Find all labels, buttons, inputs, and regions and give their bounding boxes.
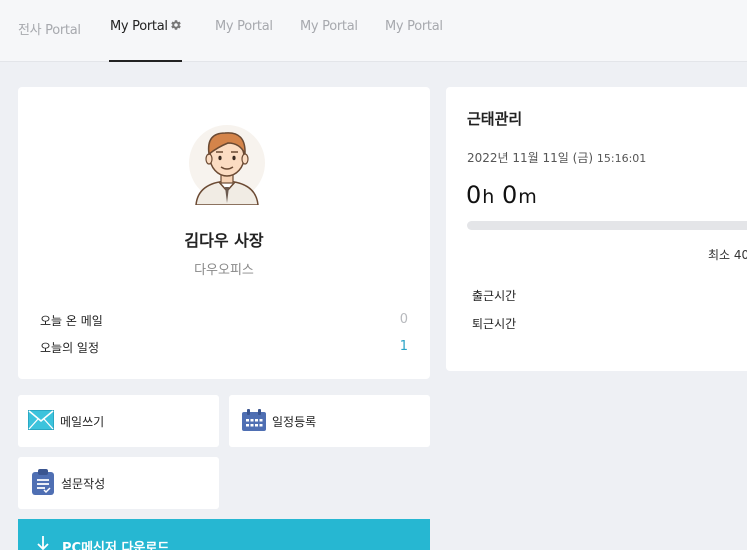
duration-hours: 0	[466, 181, 482, 209]
attendance-title: 근태관리	[467, 110, 523, 128]
today-mail-row[interactable]: 오늘 온 메일 0	[40, 312, 408, 329]
current-date: 2022년 11월 11일 (금)	[467, 151, 594, 165]
company-name: 다우오피스	[194, 263, 254, 278]
add-schedule-label: 일정등록	[272, 415, 317, 429]
tab-my-portal-2[interactable]: My Portal	[215, 19, 273, 34]
tab-my-portal-active[interactable]: My Portal	[110, 19, 182, 35]
write-mail-label: 메일쓰기	[60, 415, 105, 429]
mail-icon	[28, 410, 54, 434]
profile-card: 김다우 사장 다우오피스 오늘 온 메일 0 오늘의 일정 1	[18, 87, 430, 379]
gear-icon[interactable]	[170, 19, 182, 35]
add-schedule-button[interactable]: 일정등록	[229, 395, 430, 447]
today-schedule-label: 오늘의 일정	[40, 341, 100, 355]
duration-minutes: 0	[501, 181, 518, 209]
attendance-date: 2022년 11월 11일 (금) 15:16:01	[467, 149, 646, 166]
clock-out-label: 퇴근시간	[472, 317, 517, 331]
calendar-icon	[242, 409, 266, 435]
download-arrow-icon	[36, 535, 50, 550]
clock-in-label: 출근시간	[472, 289, 517, 303]
minimum-hours-label: 최소 40	[708, 248, 747, 262]
work-progress-bar	[467, 221, 747, 230]
user-name: 김다우 사장	[184, 231, 264, 250]
tab-my-portal-3[interactable]: My Portal	[300, 19, 358, 34]
clipboard-icon	[32, 469, 54, 499]
attendance-card: 근태관리 2022년 11월 11일 (금) 15:16:01 0h 0m 최소…	[446, 87, 747, 371]
tab-company-portal[interactable]: 전사 Portal	[18, 19, 81, 38]
active-tab-underline	[109, 60, 182, 62]
current-time: 15:16:01	[596, 152, 647, 165]
today-schedule-count[interactable]: 1	[400, 339, 408, 354]
minutes-unit: m	[518, 186, 537, 208]
today-schedule-row[interactable]: 오늘의 일정 1	[40, 339, 408, 356]
today-mail-label: 오늘 온 메일	[40, 314, 103, 328]
messenger-download-button[interactable]: PC메신저 다운로드	[18, 519, 430, 550]
write-mail-button[interactable]: 메일쓰기	[18, 395, 219, 447]
hours-unit: h	[482, 186, 495, 208]
today-mail-count[interactable]: 0	[400, 312, 408, 327]
create-survey-label: 설문작성	[61, 477, 106, 491]
avatar[interactable]	[188, 121, 266, 206]
portal-tab-bar: 전사 Portal My Portal My Portal My Portal …	[0, 0, 747, 62]
tab-label: My Portal	[110, 19, 168, 34]
messenger-download-label: PC메신저 다운로드	[62, 541, 170, 550]
tab-my-portal-4[interactable]: My Portal	[385, 19, 443, 34]
create-survey-button[interactable]: 설문작성	[18, 457, 219, 509]
work-duration: 0h 0m	[466, 181, 537, 209]
